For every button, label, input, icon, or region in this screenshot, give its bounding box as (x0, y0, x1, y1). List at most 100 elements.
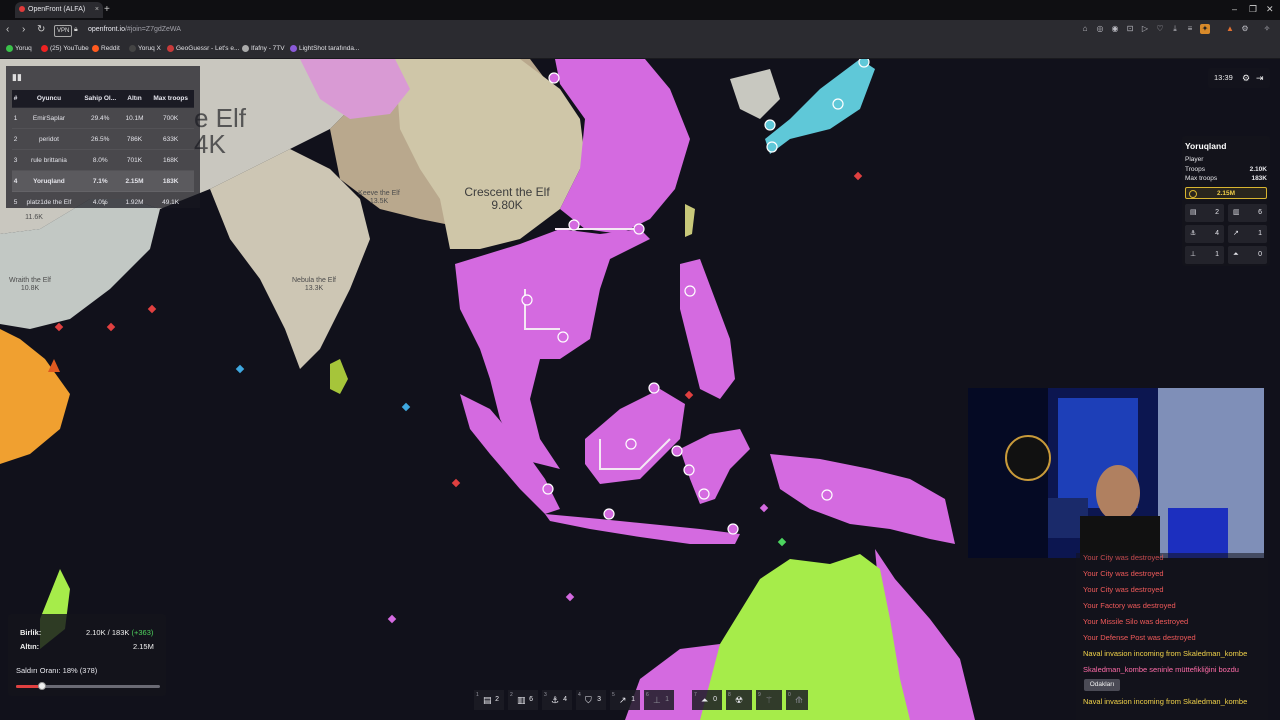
atom-bomb-icon: ☢ (735, 695, 744, 705)
build-mirv-button[interactable]: 0 ⟰ (786, 690, 808, 710)
building-count-missile[interactable]: ↗ 1 (1228, 225, 1267, 243)
city-icon[interactable] (521, 294, 533, 306)
map-label-wraith: Wraith the Elf 10.8K (9, 277, 51, 292)
screenshot-icon[interactable]: ⊡ (1125, 24, 1135, 34)
leaderboard-row[interactable]: 3 rule brittania 8.0% 701K 168K (12, 149, 194, 171)
city-icon[interactable] (648, 382, 660, 394)
col-owned[interactable]: Sahip Ol... (78, 90, 122, 108)
close-window-icon[interactable]: ✕ (1266, 2, 1274, 16)
bookmark-yoruq-x[interactable]: Yoruq X (129, 40, 161, 58)
player-type: Player (1185, 156, 1204, 163)
col-max-troops[interactable]: Max troops (147, 90, 194, 108)
game-timer: 13:39 (1214, 73, 1233, 82)
bookmark-lightshot[interactable]: LightShot tarafında... (290, 40, 359, 58)
factory-icon: ▥ (517, 695, 526, 705)
city-icon[interactable] (603, 508, 615, 520)
extension-icon[interactable]: ✦ (1200, 24, 1210, 34)
bookmark-reddit[interactable]: Reddit (92, 40, 120, 58)
camera-icon[interactable]: ◎ (1095, 24, 1105, 34)
browser-address-bar: ‹ › ↻ VPN 🔒︎ openfront.io/#join=Z7gdZeWA… (0, 20, 1280, 40)
city-icon[interactable] (821, 489, 833, 501)
city-icon[interactable] (698, 488, 710, 500)
close-tab-icon[interactable]: × (95, 2, 99, 18)
reload-icon[interactable]: ↻ (37, 23, 45, 37)
log-message: Your Missile Silo was destroyed (1083, 617, 1189, 626)
leaderboard-row[interactable]: 2 peridot 26.5% 786K 633K (12, 128, 194, 150)
bookmark-geoguessr[interactable]: GeoGuessr - Let's e... (167, 40, 239, 58)
youtube-icon (41, 44, 48, 52)
building-count-city[interactable]: ▤ 2 (1185, 204, 1224, 222)
leaderboard-chart-icon[interactable]: ▮▮ (12, 72, 22, 82)
city-icon[interactable] (858, 59, 870, 68)
back-icon[interactable]: ‹ (6, 23, 9, 37)
bookmark-youtube[interactable]: (25) YouTube (41, 40, 89, 58)
menu-icon[interactable]: ≡ (1185, 24, 1195, 34)
row-rank: 2 (12, 128, 20, 150)
bookmark-yoruq[interactable]: Yoruq (6, 40, 32, 58)
vpn-badge[interactable]: VPN (54, 25, 73, 37)
expand-leaderboard-icon[interactable]: + (102, 200, 107, 208)
build-atom-bomb-button[interactable]: 8 ☢ (726, 690, 752, 710)
building-count-factory[interactable]: ▥ 6 (1228, 204, 1267, 222)
build-sam-launcher-button[interactable]: 6 ⊥ 1 (644, 690, 674, 710)
city-icon[interactable] (727, 523, 739, 535)
browser-tab[interactable]: OpenFront (ALFA) × (15, 2, 103, 18)
build-warship-button[interactable]: 7 ⏶ 0 (692, 690, 722, 710)
translate-icon[interactable]: ⌂ (1080, 24, 1090, 34)
url-host: openfront.io (88, 26, 125, 33)
log-message: Skaledman_kombe seninle müttefikliğini b… (1083, 665, 1239, 674)
city-icon[interactable] (557, 331, 569, 343)
city-icon[interactable] (764, 119, 776, 131)
maximize-icon[interactable]: ❐ (1249, 2, 1257, 16)
gold-label: Altın: (20, 642, 40, 651)
city-icon[interactable] (832, 98, 844, 110)
settings-gear-icon[interactable]: ⚙ (1242, 72, 1250, 84)
focus-button[interactable]: Odakları (1084, 679, 1120, 691)
city-icon[interactable] (542, 483, 554, 495)
build-missile-silo-button[interactable]: 5 ↗ 1 (610, 690, 640, 710)
city-icon[interactable] (683, 464, 695, 476)
leaderboard-row-self[interactable]: 4 Yoruqland 7.1% 2.15M 183K (12, 170, 194, 192)
eye-icon[interactable]: ◉ (1110, 24, 1120, 34)
lock-icon[interactable]: 🔒︎ (74, 23, 78, 37)
attack-ratio-slider-thumb[interactable] (38, 682, 46, 690)
anchor-icon: ⚓︎ (1190, 230, 1197, 237)
city-icon[interactable] (684, 285, 696, 297)
brave-icon[interactable]: ▲ (1225, 24, 1235, 34)
city-icon[interactable] (671, 445, 683, 457)
minimize-icon[interactable]: – (1232, 2, 1237, 16)
city-icon[interactable] (548, 72, 560, 84)
settings-icon[interactable]: ⚙ (1240, 24, 1250, 34)
city-icon[interactable] (766, 141, 778, 153)
city-icon[interactable] (625, 438, 637, 450)
url-field[interactable]: openfront.io/#join=Z7gdZeWA (88, 23, 181, 37)
ai-icon[interactable]: ✧ (1262, 24, 1272, 34)
city-icon[interactable] (568, 219, 580, 231)
col-player[interactable]: Oyuncu (19, 90, 79, 108)
browser-tab-bar: OpenFront (ALFA) × + – ❐ ✕ (0, 0, 1280, 20)
build-defense-post-button[interactable]: 4 ⛉ 3 (576, 690, 606, 710)
bookmark-7tv[interactable]: Ifafny - 7TV (242, 40, 285, 58)
log-message: Your Defense Post was destroyed (1083, 633, 1196, 642)
play-icon[interactable]: ▷ (1140, 24, 1150, 34)
city-icon[interactable] (633, 223, 645, 235)
build-factory-button[interactable]: 2 ▥ 6 (508, 690, 538, 710)
building-count-warship[interactable]: ⏶ 0 (1228, 246, 1267, 264)
building-count-sam[interactable]: ⊥ 1 (1185, 246, 1224, 264)
download-icon[interactable]: ⤓ (1170, 24, 1180, 34)
col-rank[interactable]: # (12, 90, 20, 108)
row-gold: 2.15M (121, 170, 148, 192)
new-tab-button[interactable]: + (104, 3, 110, 17)
build-city-button[interactable]: 1 ▤ 2 (474, 690, 504, 710)
exit-icon[interactable]: ⇥ (1256, 72, 1264, 84)
building-count-port[interactable]: ⚓︎ 4 (1185, 225, 1224, 243)
row-player: EmirSaplar (19, 107, 79, 129)
col-gold[interactable]: Altın (121, 90, 148, 108)
build-port-button[interactable]: 3 ⚓︎ 4 (542, 690, 572, 710)
game-timer-panel: 13:39 ⚙ ⇥ (1208, 68, 1270, 88)
forward-icon[interactable]: › (22, 23, 25, 37)
build-hydrogen-bomb-button[interactable]: 9 ⚚ (756, 690, 782, 710)
leaderboard-row[interactable]: 1 EmirSaplar 29.4% 10.1M 700K (12, 107, 194, 129)
webcam-overlay (968, 388, 1264, 558)
heart-icon[interactable]: ♡ (1155, 24, 1165, 34)
